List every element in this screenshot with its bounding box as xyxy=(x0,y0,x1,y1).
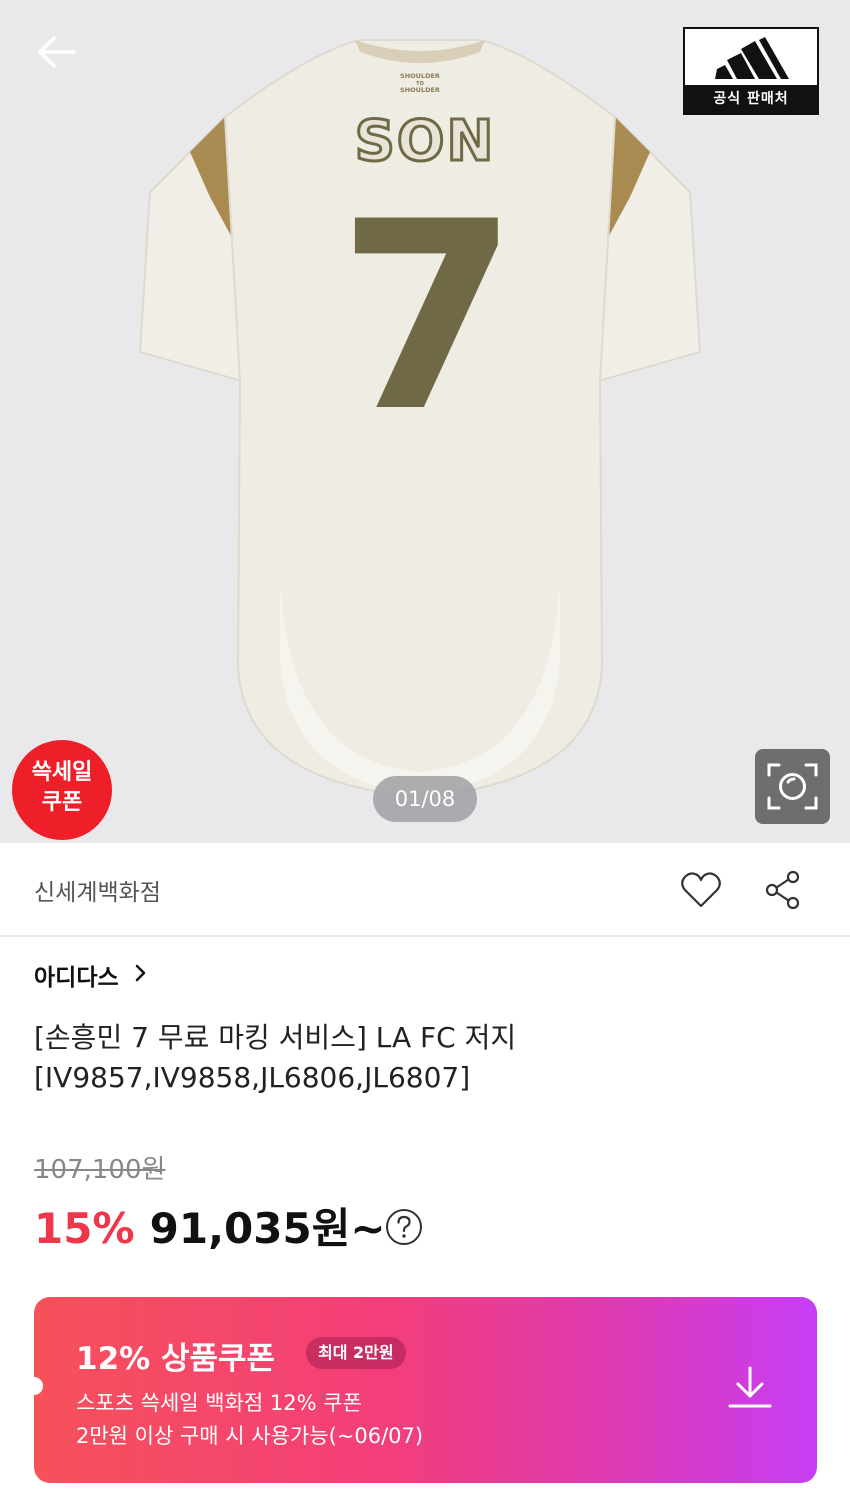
adidas-logo-icon xyxy=(715,37,789,79)
jersey-tag-1: SHOULDER xyxy=(400,72,440,80)
camera-search-icon xyxy=(767,763,818,810)
chevron-right-icon[interactable] xyxy=(132,961,150,985)
original-price: 107,100원 xyxy=(34,1155,166,1185)
coupon-title: 12% 상품쿠폰 xyxy=(76,1341,276,1377)
image-page-counter: 01/08 xyxy=(373,776,477,822)
download-icon[interactable] xyxy=(724,1362,776,1414)
official-seller-label: 공식 판매처 xyxy=(685,85,817,113)
sale-badge-line2: 쿠폰 xyxy=(41,790,83,815)
product-image-carousel[interactable]: SHOULDER TO SHOULDER SON 7 공식 판매처 쓱세일 쿠폰… xyxy=(0,0,850,843)
jersey-image: SHOULDER TO SHOULDER SON 7 xyxy=(138,39,702,799)
sale-price: 91,035원~ xyxy=(149,1204,386,1253)
coupon-max-badge: 최대 2만원 xyxy=(306,1337,406,1369)
coupon-description-line1: 스포츠 쓱세일 백화점 12% 쿠폰 xyxy=(76,1391,362,1415)
question-circle-icon[interactable] xyxy=(384,1207,424,1247)
coupon-banner[interactable]: 12% 상품쿠폰 최대 2만원 스포츠 쓱세일 백화점 12% 쿠폰 2만원 이… xyxy=(34,1297,817,1483)
jersey-name: SON xyxy=(355,109,496,174)
coupon-notch xyxy=(34,1377,43,1395)
product-title-line1: [손흥민 7 무료 마킹 서비스] LA FC 저지 xyxy=(34,1021,517,1054)
sale-badge-line1: 쓱세일 xyxy=(31,760,93,785)
price-row: 15% 91,035원~ xyxy=(34,1195,386,1255)
jersey-tag-3: SHOULDER xyxy=(400,86,440,94)
product-title-line2: [IV9857,IV9858,JL6806,JL6807] xyxy=(34,1061,471,1094)
image-search-button[interactable] xyxy=(755,749,830,824)
official-seller-badge: 공식 판매처 xyxy=(683,27,819,115)
discount-rate: 15% xyxy=(34,1204,135,1253)
jersey-number: 7 xyxy=(338,167,519,469)
product-title: [손흥민 7 무료 마킹 서비스] LA FC 저지 [IV9857,IV985… xyxy=(34,1018,754,1098)
brand-link[interactable]: 아디다스 xyxy=(34,958,119,992)
share-icon[interactable] xyxy=(760,867,806,913)
back-arrow-icon[interactable] xyxy=(30,28,82,80)
sale-coupon-badge[interactable]: 쓱세일 쿠폰 xyxy=(12,740,112,840)
seller-name[interactable]: 신세계백화점 xyxy=(34,873,161,907)
heart-icon[interactable] xyxy=(678,867,724,913)
coupon-description-line2: 2만원 이상 구매 시 사용가능(~06/07) xyxy=(76,1424,424,1448)
